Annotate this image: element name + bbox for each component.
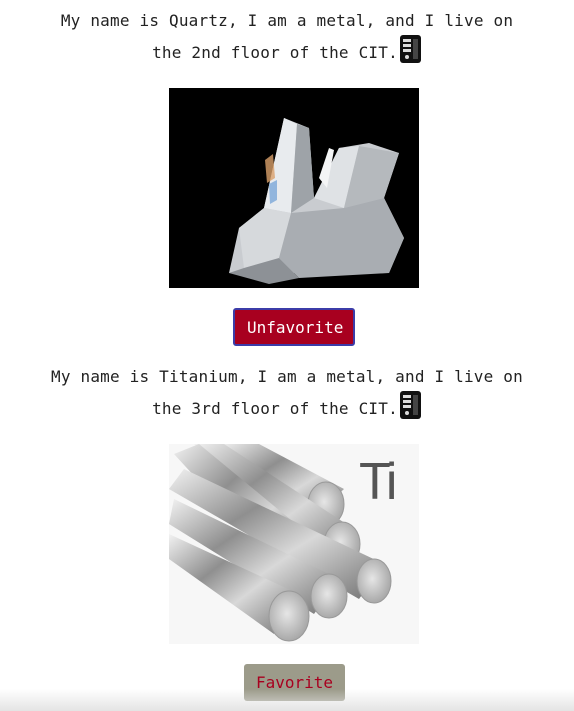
favorite-button[interactable]: Favorite: [244, 664, 345, 701]
titanium-symbol: Ti: [359, 453, 397, 511]
titanium-image: Ti: [169, 444, 419, 644]
description-line-1: My name is Titanium, I am a metal, and I…: [51, 367, 523, 386]
unfavorite-button[interactable]: Unfavorite: [233, 308, 355, 346]
card-titanium: My name is Titanium, I am a metal, and I…: [0, 364, 574, 428]
description-line-2: the 3rd floor of the CIT.: [152, 399, 398, 418]
card-description: My name is Titanium, I am a metal, and I…: [0, 364, 574, 428]
page: My name is Quartz, I am a metal, and I l…: [0, 0, 574, 711]
description-line-2: the 2nd floor of the CIT.: [152, 43, 398, 62]
description-line-1: My name is Quartz, I am a metal, and I l…: [60, 11, 514, 30]
card-quartz: My name is Quartz, I am a metal, and I l…: [0, 8, 574, 72]
computer-icon: [399, 390, 422, 428]
computer-icon: [399, 34, 422, 72]
quartz-image: [169, 88, 419, 288]
card-description: My name is Quartz, I am a metal, and I l…: [0, 8, 574, 72]
